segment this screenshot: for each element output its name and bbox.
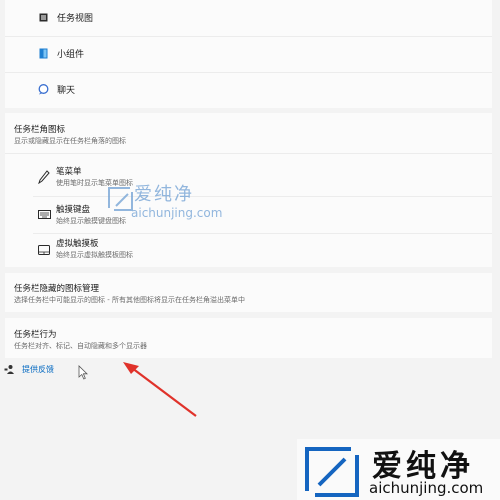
task-view-label: 任务视图 (57, 14, 94, 24)
annotation-arrow (118, 358, 202, 422)
overflow-title: 任务栏隐藏的图标管理 (14, 284, 100, 294)
corner-icons-title: 任务栏角图标 (14, 125, 66, 135)
touch-keyboard-label: 触摸键盘 (56, 205, 91, 215)
watermark-small-brand: 爱纯净 (134, 184, 194, 205)
touchpad-icon (37, 244, 50, 255)
feedback-icon[interactable] (3, 363, 15, 375)
feedback-link[interactable]: 提供反馈 (22, 364, 54, 375)
mouse-cursor-icon (77, 364, 89, 380)
widgets-icon (38, 48, 48, 59)
behaviors-subtitle: 任务栏对齐、标记、自动隐藏和多个显示器 (14, 342, 147, 350)
pen-menu-row[interactable]: 笔菜单 使用笔时显示笔菜单图标 (5, 161, 492, 195)
corner-icons-subtitle: 显示或隐藏显示在任务栏角落的图标 (14, 137, 126, 145)
watermark-large: 爱纯净 aichunjing.com (297, 439, 500, 500)
watermark-large-logo (305, 447, 359, 497)
corner-icons-header[interactable]: 任务栏角图标 显示或隐藏显示在任务栏角落的图标 (5, 113, 492, 151)
widgets-row[interactable]: 小组件 (5, 36, 492, 72)
chat-label: 聊天 (57, 86, 76, 96)
touch-keyboard-row[interactable]: 触摸键盘 始终显示触摸键盘图标 (5, 197, 492, 233)
overflow-card[interactable]: 任务栏隐藏的图标管理 选择任务栏中可能显示的图标 - 所有其他图标将显示在任务栏… (5, 273, 492, 312)
keyboard-icon (37, 209, 51, 219)
divider (5, 153, 492, 154)
overflow-subtitle: 选择任务栏中可能显示的图标 - 所有其他图标将显示在任务栏角溢出菜单中 (14, 296, 245, 304)
taskbar-items-card: 任务视图 小组件 聊天 (5, 0, 492, 108)
virtual-touchpad-row[interactable]: 虚拟触摸板 始终显示虚拟触摸板图标 (5, 234, 492, 267)
chat-icon (38, 84, 49, 95)
behaviors-card[interactable]: 任务栏行为 任务栏对齐、标记、自动隐藏和多个显示器 (5, 318, 492, 358)
watermark-large-url: aichunjing.com (369, 479, 484, 497)
watermark-small-logo (108, 187, 133, 211)
task-view-icon (38, 12, 48, 22)
pen-menu-label: 笔菜单 (56, 167, 82, 177)
chat-row[interactable]: 聊天 (5, 72, 492, 108)
watermark-small: 爱纯净 aichunjing.com (106, 180, 246, 228)
behaviors-title: 任务栏行为 (14, 330, 57, 340)
watermark-small-url: aichunjing.com (131, 206, 223, 220)
virtual-touchpad-desc: 始终显示虚拟触摸板图标 (56, 251, 133, 259)
pen-icon (38, 170, 50, 184)
corner-icons-card: 任务栏角图标 显示或隐藏显示在任务栏角落的图标 笔菜单 使用笔时显示笔菜单图标 … (5, 113, 492, 267)
widgets-label: 小组件 (57, 50, 85, 60)
virtual-touchpad-label: 虚拟触摸板 (56, 239, 99, 249)
task-view-row[interactable]: 任务视图 (5, 0, 492, 36)
